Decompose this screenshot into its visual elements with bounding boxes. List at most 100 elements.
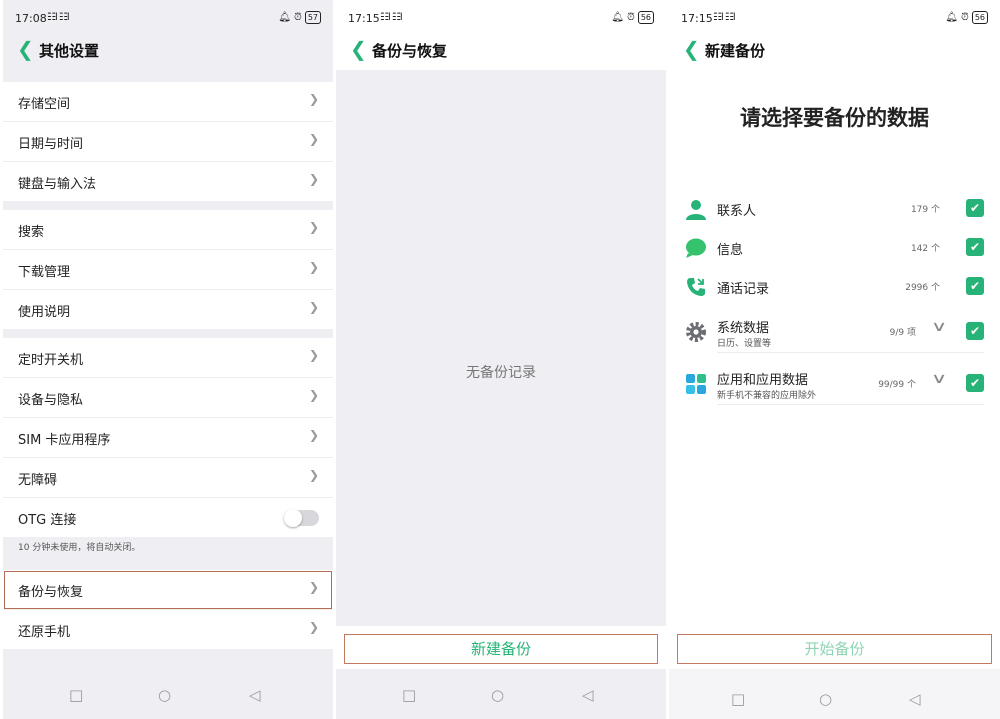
chevron-down-icon[interactable]: ∨ (931, 319, 947, 335)
settings-item-scheduled-power[interactable]: 定时开关机 ❯ (3, 338, 333, 378)
screen-new-backup: 17:15 ☷l ☷l 🔔︎ ⏰︎ 56 ❮ 新建备份 请选择要备份的数据 联系… (669, 0, 1000, 719)
chevron-right-icon: ❯ (308, 388, 319, 402)
battery-icon: 57 (304, 11, 321, 24)
page-title: 新建备份 (705, 42, 766, 60)
nav-bar: ❮ 其他设置 (3, 34, 333, 66)
contact-icon (686, 200, 706, 220)
item-count: 2996 个 (905, 283, 940, 293)
item-name: 通话记录 (717, 282, 770, 297)
chevron-right-icon: ❯ (308, 132, 319, 146)
chevron-right-icon: ❯ (308, 220, 319, 234)
status-time: 17:15 (681, 12, 713, 25)
settings-item-storage[interactable]: 存储空间 ❯ (3, 82, 333, 122)
chevron-right-icon: ❯ (308, 172, 319, 186)
alarm-icon: ⏰︎ (294, 12, 302, 23)
system-nav-bar: □ ○ ◁ (3, 669, 333, 719)
backup-item-apps[interactable]: 应用和应用数据 新手机不兼容的应用除外 99/99 个 ∨ ✔ (681, 367, 984, 405)
empty-state-text: 无备份记录 (466, 365, 536, 381)
system-nav-bar: □ ○ ◁ (669, 669, 1000, 719)
chevron-right-icon: ❯ (308, 300, 319, 314)
otg-toggle[interactable] (284, 509, 319, 527)
settings-item-keyboard[interactable]: 键盘与输入法 ❯ (3, 162, 333, 201)
otg-note: 10 分钟未使用，将自动关闭。 (18, 543, 141, 553)
back-arrow-icon[interactable]: ❮ (683, 39, 700, 59)
chevron-right-icon: ❯ (308, 92, 319, 106)
settings-item-downloads[interactable]: 下载管理 ❯ (3, 250, 333, 290)
item-name: 应用和应用数据 (717, 373, 809, 388)
battery-icon: 56 (637, 11, 654, 24)
chevron-right-icon: ❯ (308, 468, 319, 482)
item-label: 定时开关机 (18, 353, 84, 368)
checkbox-checked[interactable]: ✔ (966, 374, 984, 392)
chevron-right-icon: ❯ (308, 580, 319, 594)
settings-item-accessibility[interactable]: 无障碍 ❯ (3, 458, 333, 498)
system-nav-bar: □ ○ ◁ (336, 669, 666, 719)
item-label: 键盘与输入法 (18, 177, 97, 192)
item-label: 存储空间 (18, 97, 71, 112)
settings-group-2: 搜索 ❯ 下载管理 ❯ 使用说明 ❯ (3, 210, 333, 329)
settings-item-search[interactable]: 搜索 ❯ (3, 210, 333, 250)
home-icon[interactable]: ○ (491, 686, 504, 704)
recent-apps-icon[interactable]: □ (402, 686, 416, 704)
item-name: 系统数据 (717, 321, 770, 336)
message-icon (686, 238, 706, 258)
settings-item-manual[interactable]: 使用说明 ❯ (3, 290, 333, 329)
toggle-knob (284, 509, 302, 527)
status-time: 17:15 (348, 12, 380, 25)
backup-item-call-log[interactable]: 通话记录 2996 个 ✔ (681, 270, 984, 308)
back-icon[interactable]: ◁ (249, 686, 261, 704)
status-bar: 17:15 ☷l ☷l 🔔︎ ⏰︎ 56 (669, 8, 1000, 30)
bell-icon: 🔔︎ (945, 12, 958, 23)
item-label: OTG 连接 (18, 513, 77, 528)
item-subtitle: 新手机不兼容的应用除外 (717, 391, 817, 401)
item-label: 搜索 (18, 225, 45, 240)
signal-icon: ☷l ☷l (713, 12, 736, 23)
checkbox-checked[interactable]: ✔ (966, 199, 984, 217)
settings-group-3: 定时开关机 ❯ 设备与隐私 ❯ SIM 卡应用程序 ❯ 无障碍 ❯ OTG 连接 (3, 338, 333, 537)
item-name: 联系人 (717, 204, 757, 219)
chevron-right-icon: ❯ (308, 348, 319, 362)
page-title: 其他设置 (39, 42, 100, 60)
new-backup-button[interactable]: 新建备份 (344, 634, 658, 664)
status-bar: 17:15 ☷l ☷l 🔔︎ ⏰︎ 56 (336, 8, 666, 30)
item-count: 99/99 个 (878, 380, 916, 390)
recent-apps-icon[interactable]: □ (731, 690, 745, 708)
settings-item-date-time[interactable]: 日期与时间 ❯ (3, 122, 333, 162)
bell-icon: 🔔︎ (611, 12, 624, 23)
backup-item-messages[interactable]: 信息 142 个 ✔ (681, 231, 984, 269)
home-icon[interactable]: ○ (158, 686, 171, 704)
back-icon[interactable]: ◁ (582, 686, 594, 704)
item-subtitle: 日历、设置等 (717, 339, 772, 349)
chevron-down-icon[interactable]: ∨ (931, 371, 947, 387)
back-arrow-icon[interactable]: ❮ (17, 39, 34, 59)
signal-icon: ☷l ☷l (47, 12, 70, 23)
status-bar: 17:08 ☷l ☷l 🔔︎ ⏰︎ 57 (3, 8, 333, 30)
settings-group-1: 存储空间 ❯ 日期与时间 ❯ 键盘与输入法 ❯ (3, 82, 333, 201)
checkbox-checked[interactable]: ✔ (966, 238, 984, 256)
settings-item-sim-apps[interactable]: SIM 卡应用程序 ❯ (3, 418, 333, 458)
backup-heading: 请选择要备份的数据 (740, 106, 929, 130)
item-label: 备份与恢复 (18, 585, 84, 600)
nav-bar: ❮ 新建备份 (669, 34, 1000, 66)
item-label: 下载管理 (18, 265, 71, 280)
alarm-icon: ⏰︎ (961, 12, 969, 23)
backup-item-contacts[interactable]: 联系人 179 个 ✔ (681, 192, 984, 230)
settings-item-reset-phone[interactable]: 还原手机 ❯ (3, 610, 333, 649)
settings-item-backup-restore[interactable]: 备份与恢复 ❯ (3, 570, 333, 610)
item-label: 日期与时间 (18, 137, 84, 152)
back-arrow-icon[interactable]: ❮ (350, 39, 367, 59)
back-icon[interactable]: ◁ (909, 690, 921, 708)
start-backup-button[interactable]: 开始备份 (677, 634, 992, 664)
settings-group-4: 备份与恢复 ❯ 还原手机 ❯ (3, 570, 333, 649)
checkbox-checked[interactable]: ✔ (966, 322, 984, 340)
chevron-right-icon: ❯ (308, 428, 319, 442)
backup-item-system-data[interactable]: 系统数据 日历、设置等 9/9 项 ∨ ✔ (681, 315, 984, 353)
checkbox-checked[interactable]: ✔ (966, 277, 984, 295)
item-name: 信息 (717, 243, 744, 258)
phone-call-icon (687, 278, 705, 296)
settings-item-device-privacy[interactable]: 设备与隐私 ❯ (3, 378, 333, 418)
recent-apps-icon[interactable]: □ (69, 686, 83, 704)
gear-icon (686, 322, 706, 342)
home-icon[interactable]: ○ (819, 690, 832, 708)
alarm-icon: ⏰︎ (627, 12, 635, 23)
